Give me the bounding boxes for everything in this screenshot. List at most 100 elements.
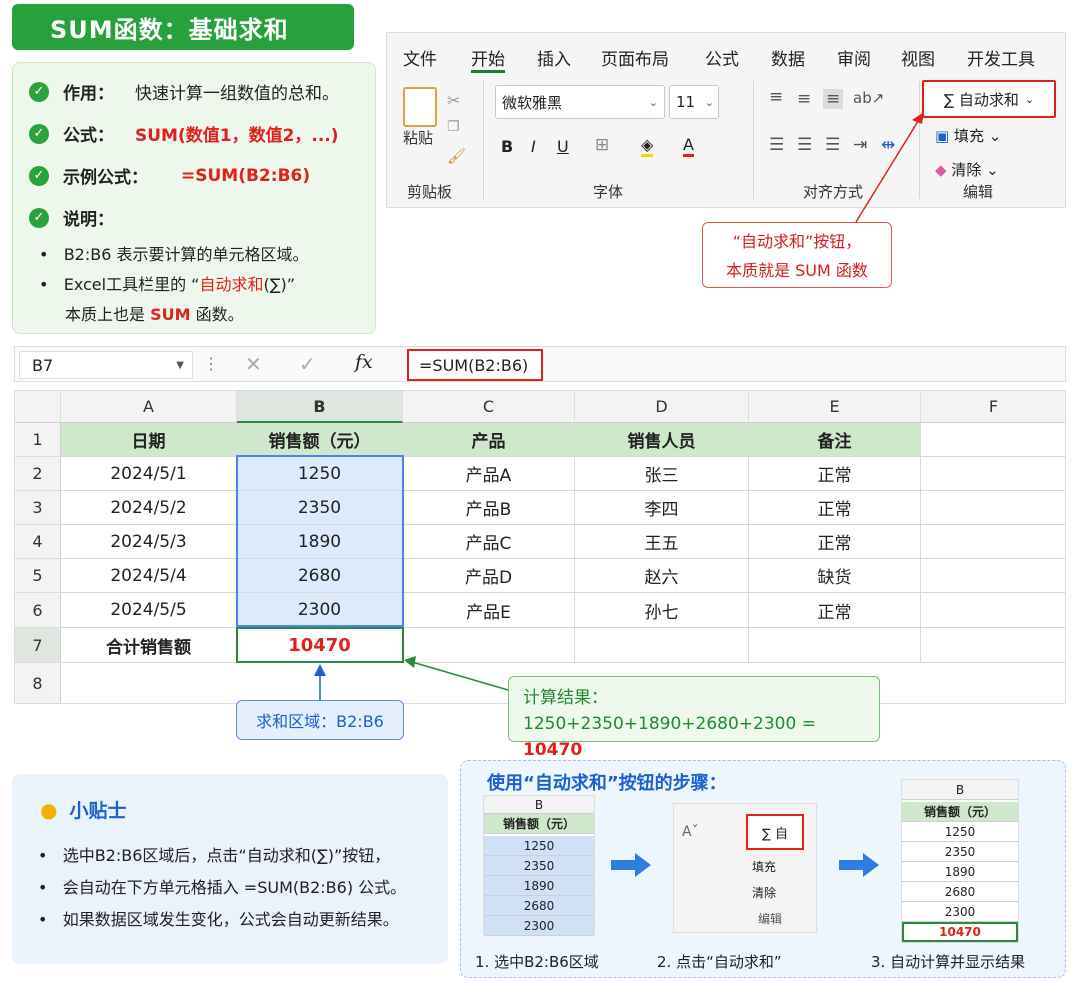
row-header-1[interactable]: 1 [15,423,61,457]
data-cell[interactable]: 2024/5/4 [61,559,237,593]
row-header-7[interactable]: 7 [15,628,61,663]
tab-view[interactable]: 视图 [901,45,935,70]
data-cell[interactable]: 缺货 [749,559,921,593]
align-middle-icon[interactable]: ≡ [797,89,811,109]
data-cell[interactable]: 2024/5/3 [61,525,237,559]
underline-icon[interactable]: U [557,137,569,156]
column-header-e[interactable]: E [749,391,921,423]
total-value-cell[interactable]: 10470 [237,628,403,663]
column-header-f[interactable]: F [921,391,1065,423]
italic-icon[interactable]: I [531,137,536,156]
formula-input[interactable]: =SUM(B2:B6) [407,349,543,381]
data-cell[interactable]: 1250 [237,457,403,491]
empty-cell[interactable] [921,593,1065,628]
merge-icon[interactable]: ⇹ [881,135,895,155]
fill-button[interactable]: ▣ 填充 ⌄ [935,125,1001,146]
data-cell[interactable]: 王五 [575,525,749,559]
empty-cell[interactable] [749,628,921,663]
data-cell[interactable]: 张三 [575,457,749,491]
font-size-select[interactable]: 11 ⌄ [669,85,719,119]
orientation-icon[interactable]: ab↗ [853,89,884,107]
tab-insert[interactable]: 插入 [537,45,571,70]
data-cell[interactable]: 2024/5/2 [61,491,237,525]
data-cell[interactable]: 产品D [403,559,575,593]
confirm-icon[interactable]: ✓ [299,352,316,376]
data-cell[interactable]: 产品B [403,491,575,525]
column-header-d[interactable]: D [575,391,749,423]
column-header-a[interactable]: A [61,391,237,423]
tab-page-layout[interactable]: 页面布局 [601,45,669,70]
bold-icon[interactable]: B [501,137,513,156]
font-color-icon[interactable]: A [683,135,694,157]
tab-review[interactable]: 审阅 [837,45,871,70]
align-center-icon[interactable]: ☰ [797,135,812,155]
data-cell[interactable]: 1890 [237,525,403,559]
cut-icon[interactable]: ✂ [447,91,460,110]
align-left-icon[interactable]: ☰ [769,135,784,155]
more-icon[interactable]: ⋮ [203,354,219,373]
data-cell[interactable]: 正常 [749,491,921,525]
header-cell[interactable]: 产品 [403,423,575,457]
empty-cell[interactable] [921,525,1065,559]
row-header-5[interactable]: 5 [15,559,61,593]
data-cell[interactable]: 2680 [237,559,403,593]
tab-developer[interactable]: 开发工具 [967,45,1035,70]
data-cell[interactable]: 2350 [237,491,403,525]
border-icon[interactable]: ⊞ [595,135,609,155]
tab-data[interactable]: 数据 [771,45,805,70]
name-box[interactable]: B7 ▼ [19,351,193,379]
tab-formulas[interactable]: 公式 [705,45,739,70]
format-painter-icon[interactable]: 🖌 [447,147,466,165]
autosum-button[interactable]: ∑ 自动求和 ⌄ [922,80,1056,118]
row-header-6[interactable]: 6 [15,593,61,628]
row-header-3[interactable]: 3 [15,491,61,525]
data-cell[interactable]: 李四 [575,491,749,525]
fill-color-icon[interactable]: ◈ [641,135,654,157]
empty-cell[interactable] [921,559,1065,593]
column-header-c[interactable]: C [403,391,575,423]
empty-cell[interactable] [921,423,1065,457]
align-right-icon[interactable]: ☰ [825,135,840,155]
align-bottom-icon[interactable]: ≡ [823,89,844,109]
data-cell[interactable]: 孙七 [575,593,749,628]
paste-icon[interactable] [403,87,437,127]
tab-file[interactable]: 文件 [403,45,437,70]
header-cell[interactable]: 销售人员 [575,423,749,457]
data-cell[interactable]: 产品A [403,457,575,491]
total-label-cell[interactable]: 合计销售额 [61,628,237,663]
empty-cell[interactable] [403,628,575,663]
column-header-b[interactable]: B [237,391,403,423]
corner-select-all[interactable] [15,391,61,423]
header-cell[interactable]: 备注 [749,423,921,457]
fx-icon[interactable]: fx [355,351,373,373]
data-cell[interactable]: 产品C [403,525,575,559]
empty-cell[interactable] [921,457,1065,491]
data-cell[interactable]: 正常 [749,525,921,559]
data-cell[interactable]: 2024/5/5 [61,593,237,628]
tab-home[interactable]: 开始 [471,45,505,73]
data-cell[interactable]: 正常 [749,593,921,628]
clear-button[interactable]: ◆ 清除 ⌄ [935,159,999,180]
empty-cell[interactable] [921,628,1065,663]
info-panel: ✓ 作用： 快速计算一组数值的总和。 ✓ 公式： SUM(数值1，数值2，...… [12,62,376,334]
copy-icon[interactable]: ❐ [447,119,460,135]
indent-icon[interactable]: ⇥ [853,135,867,155]
row-header-4[interactable]: 4 [15,525,61,559]
data-cell[interactable]: 赵六 [575,559,749,593]
empty-cell[interactable] [921,491,1065,525]
clipboard-group-label: 剪贴板 [407,183,453,201]
cancel-icon[interactable]: ✕ [245,352,262,376]
align-top-icon[interactable]: ≡ [769,87,783,107]
row-header-8[interactable]: 8 [15,663,61,703]
header-cell[interactable]: 日期 [61,423,237,457]
data-cell[interactable]: 2024/5/1 [61,457,237,491]
row-header-2[interactable]: 2 [15,457,61,491]
data-cell[interactable]: 正常 [749,457,921,491]
font-name-select[interactable]: 微软雅黑 ⌄ [495,85,665,119]
header-cell[interactable]: 销售额（元） [237,423,403,457]
data-cell[interactable]: 产品E [403,593,575,628]
paste-label[interactable]: 粘贴 [403,127,433,148]
empty-cell[interactable] [575,628,749,663]
mini-autosum-button[interactable]: ∑ 自 [746,814,804,850]
data-cell[interactable]: 2300 [237,593,403,628]
